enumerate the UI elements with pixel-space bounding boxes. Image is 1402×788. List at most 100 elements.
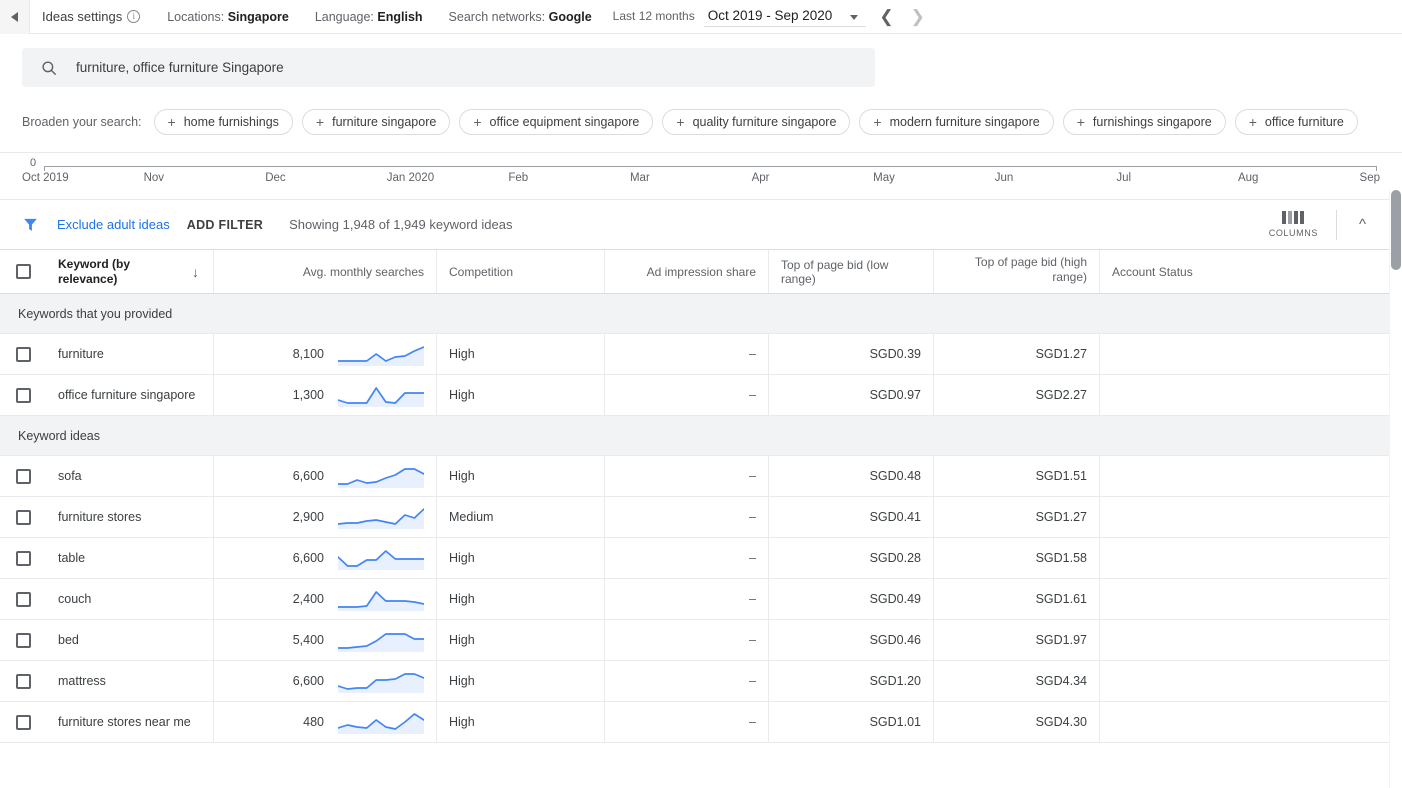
sparkline-chart: [337, 383, 425, 407]
language-setting[interactable]: Language: English: [302, 10, 436, 24]
cell-keyword: couch: [46, 579, 214, 619]
cell-bid-low: SGD0.97: [769, 375, 934, 415]
networks-label: Search networks:: [448, 9, 546, 24]
cell-bid-low: SGD0.28: [769, 538, 934, 578]
header-bid-high[interactable]: Top of page bid (high range): [934, 250, 1100, 293]
locations-label: Locations:: [167, 9, 225, 24]
chevron-left-icon[interactable]: ❮: [875, 8, 897, 25]
header-avg-monthly-searches[interactable]: Avg. monthly searches: [214, 250, 437, 293]
table-row[interactable]: furniture stores 2,900 Medium – SGD0.41 SGD1.…: [0, 497, 1395, 538]
chevron-right-icon[interactable]: ❯: [907, 8, 929, 25]
cell-bid-high: SGD4.34: [934, 661, 1100, 701]
info-icon[interactable]: i: [127, 10, 141, 23]
row-select-cell[interactable]: [0, 620, 46, 660]
arrow-down-icon[interactable]: ↓: [192, 264, 201, 280]
showing-count-text: Showing 1,948 of 1,949 keyword ideas: [289, 217, 513, 232]
cell-keyword: table: [46, 538, 214, 578]
cell-ad-impression-share: –: [605, 456, 769, 496]
row-select-cell[interactable]: [0, 538, 46, 578]
chart-month-label: Aug: [1237, 172, 1259, 184]
select-all-cell[interactable]: [0, 250, 46, 293]
plus-icon: +: [1076, 114, 1085, 130]
row-select-cell[interactable]: [0, 456, 46, 496]
row-checkbox[interactable]: [15, 550, 31, 566]
collapse-panel-button[interactable]: [0, 0, 30, 34]
table-row[interactable]: office furniture singapore 1,300 High – SGD0…: [0, 375, 1395, 416]
columns-icon: [1282, 211, 1305, 224]
cell-avg-monthly-searches: 2,400: [214, 579, 437, 619]
cell-account-status: [1100, 497, 1395, 537]
cell-ad-impression-share: –: [605, 375, 769, 415]
filter-funnel-icon[interactable]: [22, 216, 39, 233]
cell-competition: High: [437, 661, 605, 701]
table-row[interactable]: bed 5,400 High – SGD0.46 SGD1.97: [0, 620, 1395, 661]
chart-month-label: Jul: [1116, 172, 1132, 184]
chart-zero-label: 0: [30, 157, 37, 169]
chart-month-label: Sep: [1359, 172, 1380, 184]
date-range-selector[interactable]: Last 12 months Oct 2019 - Sep 2020 ❮ ❯: [613, 6, 929, 28]
broaden-chip[interactable]: + home furnishings: [153, 109, 293, 135]
vertical-scrollbar[interactable]: [1389, 190, 1402, 788]
date-range-value[interactable]: Oct 2019 - Sep 2020: [703, 6, 867, 27]
locations-setting[interactable]: Locations: Singapore: [154, 10, 302, 24]
search-networks-setting[interactable]: Search networks: Google: [436, 10, 605, 24]
broaden-chip[interactable]: + office furniture: [1234, 109, 1358, 135]
ideas-settings-label: Ideas settings: [42, 9, 123, 24]
exclude-adult-ideas-link[interactable]: Exclude adult ideas: [57, 217, 170, 232]
broaden-chip[interactable]: + quality furniture singapore: [662, 109, 851, 135]
row-checkbox[interactable]: [15, 387, 31, 403]
chevron-up-icon[interactable]: ^: [1341, 216, 1384, 233]
broaden-chip[interactable]: + furniture singapore: [301, 109, 451, 135]
header-account-status[interactable]: Account Status: [1100, 250, 1395, 293]
searches-value: 1,300: [292, 388, 324, 402]
broaden-chip[interactable]: + office equipment singapore: [459, 109, 654, 135]
row-checkbox[interactable]: [15, 714, 31, 730]
vertical-scroll-thumb[interactable]: [1391, 190, 1401, 270]
chevron-down-icon: [850, 14, 859, 20]
header-competition[interactable]: Competition: [437, 250, 605, 293]
row-checkbox[interactable]: [15, 591, 31, 607]
table-row[interactable]: furniture stores near me 480 High – SGD1.01 S…: [0, 702, 1395, 743]
add-filter-button[interactable]: ADD FILTER: [187, 218, 263, 232]
row-checkbox[interactable]: [15, 509, 31, 525]
row-select-cell[interactable]: [0, 375, 46, 415]
cell-keyword: bed: [46, 620, 214, 660]
row-checkbox[interactable]: [15, 632, 31, 648]
filter-bar: Exclude adult ideas ADD FILTER Showing 1…: [0, 200, 1402, 249]
table-group-label: Keywords that you provided: [18, 306, 173, 321]
header-ad-impression-share[interactable]: Ad impression share: [605, 250, 769, 293]
row-select-cell[interactable]: [0, 334, 46, 374]
broaden-chip[interactable]: + modern furniture singapore: [859, 109, 1054, 135]
broaden-chip[interactable]: + furnishings singapore: [1062, 109, 1226, 135]
table-row[interactable]: table 6,600 High – SGD0.28 SGD1.58: [0, 538, 1395, 579]
table-row[interactable]: couch 2,400 High – SGD0.49 SGD1.61: [0, 579, 1395, 620]
row-select-cell[interactable]: [0, 579, 46, 619]
row-checkbox[interactable]: [15, 468, 31, 484]
sparkline-chart: [337, 669, 425, 693]
table-group-header: Keyword ideas: [0, 416, 1395, 456]
search-input[interactable]: furniture, office furniture Singapore: [22, 48, 875, 87]
row-select-cell[interactable]: [0, 497, 46, 537]
table-row[interactable]: mattress 6,600 High – SGD1.20 SGD4.34: [0, 661, 1395, 702]
row-select-cell[interactable]: [0, 661, 46, 701]
row-select-cell[interactable]: [0, 702, 46, 742]
cell-competition: High: [437, 620, 605, 660]
ideas-settings-group[interactable]: Ideas settings i: [30, 9, 154, 24]
searches-value: 6,600: [292, 674, 324, 688]
table-row[interactable]: sofa 6,600 High – SGD0.48 SGD1.51: [0, 456, 1395, 497]
columns-button[interactable]: COLUMNS: [1255, 211, 1332, 238]
row-checkbox[interactable]: [15, 673, 31, 689]
sparkline-chart: [337, 628, 425, 652]
broaden-search-row: Broaden your search: + home furnishings + f…: [0, 87, 1402, 135]
cell-account-status: [1100, 456, 1395, 496]
header-keyword[interactable]: Keyword (by relevance) ↓: [46, 250, 214, 293]
cell-ad-impression-share: –: [605, 579, 769, 619]
chart-month-label: Nov: [143, 172, 165, 184]
table-row[interactable]: furniture 8,100 High – SGD0.39 SGD1.27: [0, 334, 1395, 375]
cell-keyword: furniture stores: [46, 497, 214, 537]
header-bid-low[interactable]: Top of page bid (low range): [769, 250, 934, 293]
select-all-checkbox[interactable]: [15, 264, 31, 279]
table-group-label: Keyword ideas: [18, 428, 100, 443]
cell-account-status: [1100, 579, 1395, 619]
row-checkbox[interactable]: [15, 346, 31, 362]
